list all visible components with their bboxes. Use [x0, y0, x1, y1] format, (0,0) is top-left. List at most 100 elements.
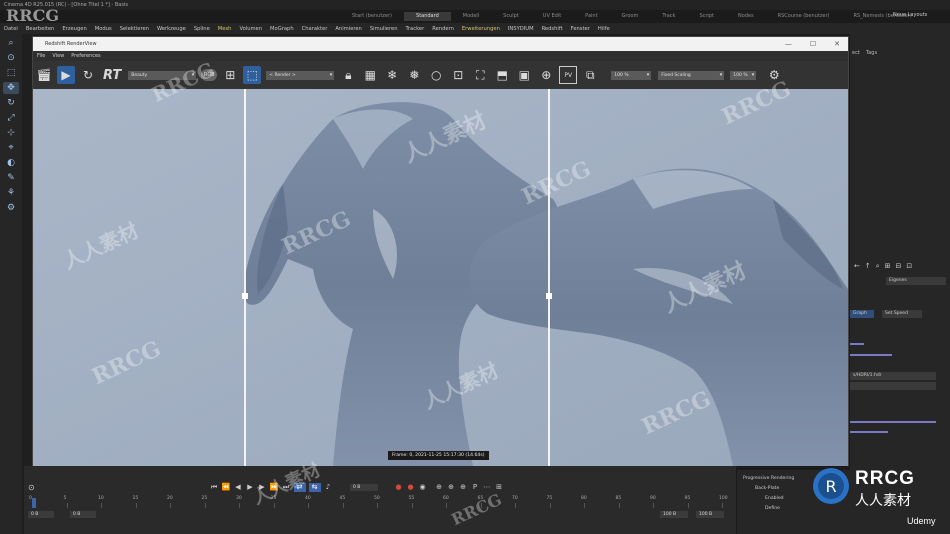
menu-item[interactable]: Modus: [91, 26, 116, 32]
mode-dropdown[interactable]: Eigenes: [886, 277, 946, 285]
add-snapshot-icon[interactable]: ⊕: [537, 66, 555, 84]
key-scale-icon[interactable]: ⊕: [459, 483, 468, 492]
panel-tab-tags[interactable]: Tags: [866, 50, 877, 56]
key-pla-icon[interactable]: ⋯: [483, 483, 492, 492]
aov-dropdown[interactable]: Beauty: [128, 70, 197, 80]
renderview-menu-item[interactable]: File: [33, 51, 48, 61]
scaling-dropdown[interactable]: Fixed Scaling: [658, 70, 725, 80]
up-arrow-icon[interactable]: ↑: [865, 262, 871, 274]
timeline-ruler[interactable]: 0 5 10 15 20 25 30 35 40 45 50 55 60 65 70 75 80 85 90 95 10…: [29, 496, 732, 508]
menu-item[interactable]: Bearbeiten: [22, 26, 59, 32]
settings-gear-icon[interactable]: ⚙: [765, 66, 783, 84]
enabled-item[interactable]: Enabled: [765, 496, 784, 501]
expand-icon[interactable]: ⊡: [906, 262, 912, 274]
graph-button[interactable]: Graph: [850, 310, 874, 318]
texture-dropdown[interactable]: [850, 382, 936, 390]
crop-icon[interactable]: ⬒: [493, 66, 511, 84]
layout-tab[interactable]: Paint: [573, 12, 609, 21]
key-grid-icon[interactable]: ⊞: [495, 483, 504, 492]
copy-icon[interactable]: ⧉: [581, 66, 599, 84]
layout-tab[interactable]: RSCourse (benutzer): [766, 12, 842, 21]
menu-item[interactable]: Erweiterungen: [458, 26, 504, 32]
axis-icon[interactable]: ⌖: [3, 142, 19, 154]
region-icon[interactable]: ⬚: [243, 66, 262, 84]
menu-item[interactable]: MoGraph: [266, 26, 298, 32]
split-line-right[interactable]: [548, 89, 550, 466]
circle-icon[interactable]: ○: [427, 66, 445, 84]
next-key-icon[interactable]: ⏩: [270, 483, 279, 492]
split-handle-left[interactable]: [242, 293, 248, 299]
zoom-left-field[interactable]: 100 %: [611, 70, 652, 80]
goto-start-icon[interactable]: ⏮: [210, 483, 219, 492]
sound-icon[interactable]: ♪: [324, 483, 333, 492]
cursor-icon[interactable]: ⊙: [3, 52, 19, 64]
prev-frame-icon[interactable]: ◀: [234, 483, 243, 492]
rgb-channel-button[interactable]: RGB: [201, 69, 218, 81]
menu-item[interactable]: Rendern: [428, 26, 458, 32]
render-viewport[interactable]: Frame: 0, 2021-11-25 15:17:30 (14.64s): [33, 89, 848, 466]
select-icon[interactable]: ⬚: [3, 67, 19, 79]
menu-item[interactable]: Simulieren: [366, 26, 402, 32]
back-arrow-icon[interactable]: ←: [854, 262, 860, 274]
key-param-icon[interactable]: P: [471, 483, 480, 492]
menu-item[interactable]: Erzeugen: [58, 26, 90, 32]
menu-item[interactable]: Selektieren: [116, 26, 153, 32]
menu-item[interactable]: Werkzeuge: [153, 26, 190, 32]
layout-tab[interactable]: Modell: [451, 12, 491, 21]
keyframe-select-icon[interactable]: ◉: [418, 483, 427, 492]
bookmark-icon[interactable]: ⊞: [885, 262, 891, 274]
layout-tab[interactable]: Script: [687, 12, 726, 21]
image-icon[interactable]: ▣: [515, 66, 533, 84]
layout-tab[interactable]: UV Edit: [531, 12, 573, 21]
rotate-icon[interactable]: ↻: [3, 97, 19, 109]
goto-end-icon[interactable]: ⏭: [282, 483, 291, 492]
paint-icon[interactable]: ✎: [3, 172, 19, 184]
current-frame-field[interactable]: 0 B: [350, 483, 378, 491]
start-frame-field[interactable]: 0 B: [28, 511, 54, 518]
menu-item[interactable]: Redshift: [538, 26, 567, 32]
menu-item[interactable]: Hilfe: [594, 26, 614, 32]
lock-small-icon[interactable]: ⊟: [896, 262, 902, 274]
renderview-menu-item[interactable]: View: [48, 51, 67, 61]
loop-icon[interactable]: ⇄: [293, 482, 306, 492]
split-line-left[interactable]: [244, 89, 246, 466]
minimize-icon[interactable]: —: [785, 37, 792, 51]
panel-tab-objects[interactable]: ect: [852, 50, 860, 56]
play-render-icon[interactable]: ▶: [57, 66, 75, 84]
maximize-icon[interactable]: ☐: [810, 37, 816, 51]
key-rotation-icon[interactable]: ⊕: [447, 483, 456, 492]
set-speed-button[interactable]: Set Speed: [882, 310, 922, 318]
preview-range-icon[interactable]: ⇆: [308, 482, 321, 492]
slider-1[interactable]: [850, 343, 864, 345]
play-icon[interactable]: ▶: [246, 483, 255, 492]
focus-icon[interactable]: ⊡: [449, 66, 467, 84]
menu-item[interactable]: Spline: [190, 26, 214, 32]
sculpt-icon[interactable]: ⚙: [3, 202, 19, 214]
move-icon[interactable]: ✥: [3, 82, 19, 94]
refresh-icon[interactable]: ↻: [79, 66, 97, 84]
menu-item[interactable]: Volumen: [235, 26, 266, 32]
layout-tab[interactable]: Standard: [404, 12, 451, 21]
layout-tab[interactable]: Sculpt: [491, 12, 531, 21]
timeline-settings-icon[interactable]: ⊙: [28, 483, 35, 492]
menu-item[interactable]: Datei: [0, 26, 22, 32]
hdri-path-field[interactable]: s/HDRI/1.hdr: [850, 372, 936, 380]
brush-icon[interactable]: ⚘: [3, 187, 19, 199]
backplate-item[interactable]: Back-Plate: [755, 486, 779, 491]
search-small-icon[interactable]: ⌕: [876, 262, 880, 274]
renderview-menu-item[interactable]: Preferences: [67, 51, 103, 61]
new-layouts-button[interactable]: Neue Layouts: [893, 12, 927, 18]
menu-item[interactable]: Tracker: [402, 26, 429, 32]
grid-icon[interactable]: ⊞: [221, 66, 239, 84]
search-icon[interactable]: ⌕: [3, 37, 19, 49]
preview-end-field[interactable]: 100 B: [660, 511, 688, 518]
layout-tab[interactable]: Groom: [610, 12, 651, 21]
zoom-right-field[interactable]: 100 %: [730, 70, 757, 80]
layout-tab[interactable]: Nodes: [726, 12, 766, 21]
rt-toggle[interactable]: RT: [103, 68, 121, 83]
slider-4[interactable]: [850, 431, 888, 433]
menu-item[interactable]: Mesh: [214, 26, 236, 32]
menu-item[interactable]: INSYDIUM: [504, 26, 538, 32]
snowflake-alt-icon[interactable]: ❅: [405, 66, 423, 84]
snap-icon[interactable]: ◐: [3, 157, 19, 169]
